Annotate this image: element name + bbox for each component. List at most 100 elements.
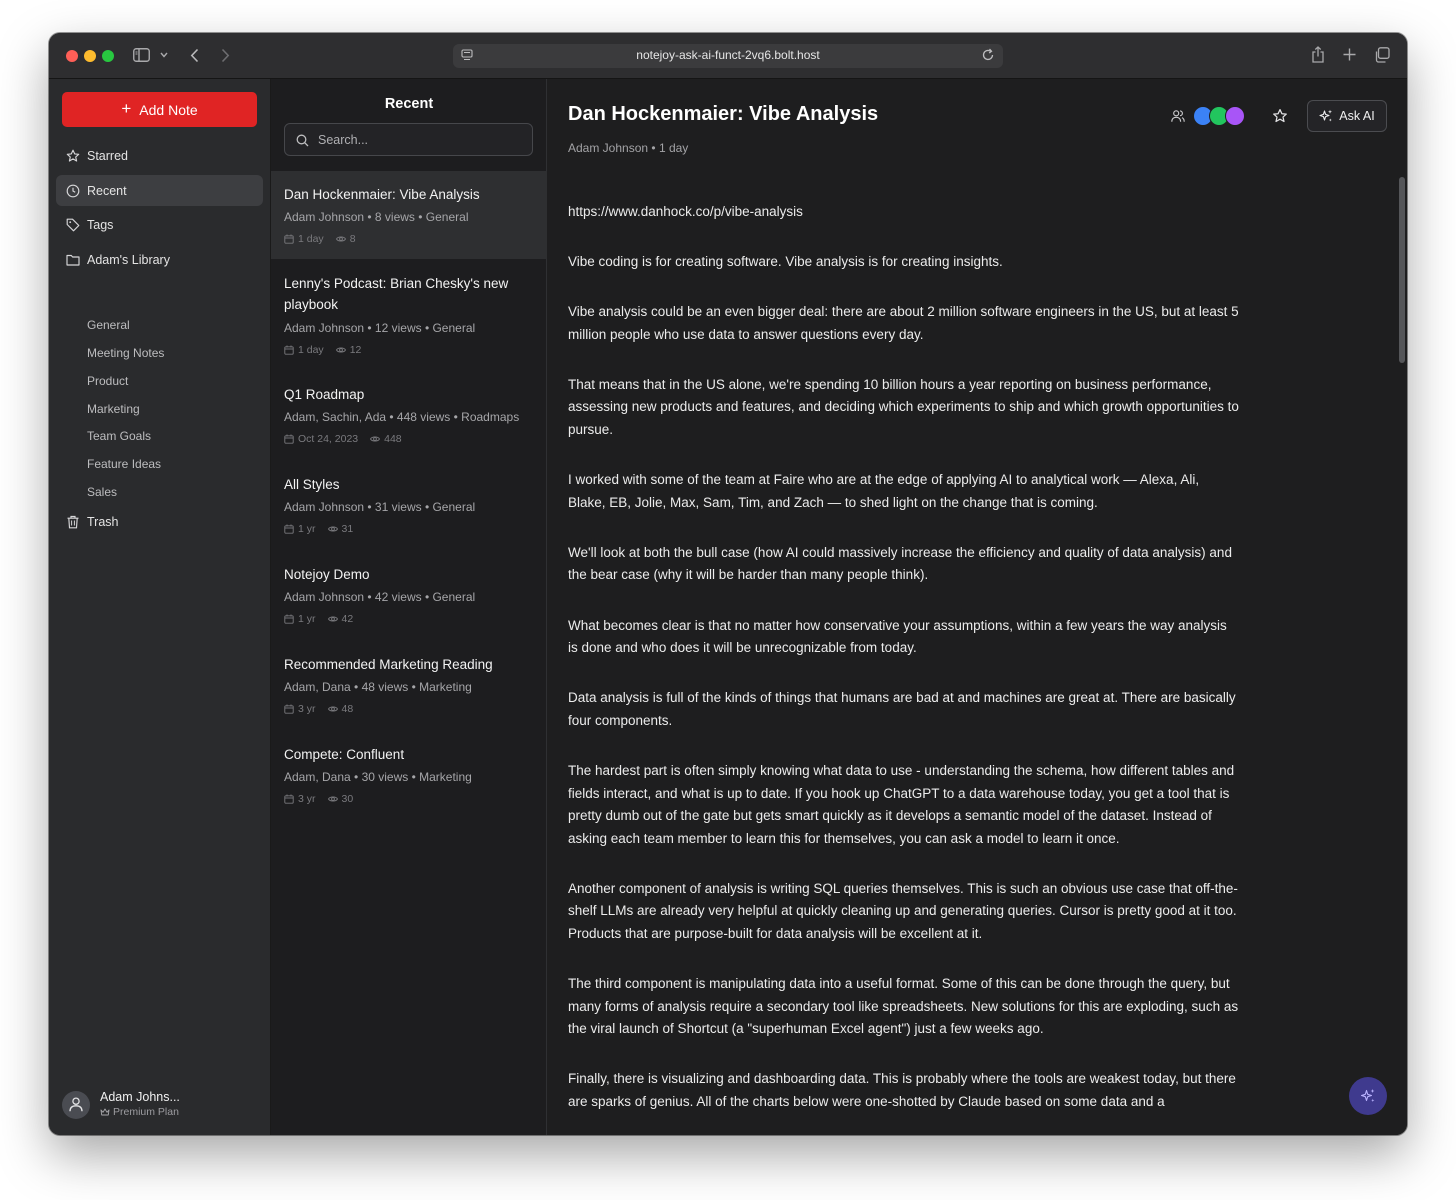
star-icon[interactable] [1272, 108, 1288, 124]
note-views: 448 [384, 433, 402, 445]
note-footer: 1 day 8 [284, 233, 356, 245]
back-arrow-icon[interactable] [190, 48, 199, 63]
note-editor: Dan Hockenmaier: Vibe Analysis Adam John… [547, 79, 1407, 1135]
sparkle-icon [1360, 1089, 1375, 1102]
chevron-down-icon[interactable] [160, 52, 168, 58]
eye-icon [327, 526, 338, 532]
note-views: 8 [349, 233, 356, 245]
url-text: notejoy-ask-ai-funct-2vq6.bolt.host [636, 48, 820, 62]
sidebar-item-label: Starred [87, 148, 128, 163]
add-note-button[interactable]: + Add Note [62, 92, 257, 127]
calendar-icon [284, 794, 294, 804]
note-meta: Adam, Dana • 30 views • Marketing [284, 770, 472, 784]
library-item-product[interactable]: Product [87, 373, 128, 389]
note-views: 42 [341, 613, 354, 625]
note-byline: Adam Johnson • 1 day [568, 141, 688, 155]
note-age: 1 day [658, 141, 689, 155]
note-card[interactable]: All Styles Adam Johnson • 31 views • Gen… [271, 462, 547, 550]
note-date: 1 yr [298, 613, 316, 625]
note-footer: 3 yr 48 [284, 703, 353, 715]
note-footer: 1 yr 31 [284, 523, 353, 535]
zoom-window-button[interactable] [102, 50, 114, 62]
note-footer: 1 day 12 [284, 344, 361, 356]
search-icon [296, 134, 309, 147]
body-paragraph: What becomes clear is that no matter how… [568, 617, 1227, 656]
note-meta: Adam, Dana • 48 views • Marketing [284, 680, 472, 694]
reload-icon[interactable] [981, 48, 995, 62]
note-views: 30 [341, 793, 354, 805]
collaborator-avatar[interactable] [1225, 106, 1245, 126]
note-footer: 3 yr 30 [284, 793, 353, 805]
note-card[interactable]: Q1 Roadmap Adam, Sachin, Ada • 448 views… [271, 372, 547, 460]
note-body[interactable]: https://www.danhock.co/p/vibe-analysis V… [568, 201, 1240, 1135]
minimize-window-button[interactable] [84, 50, 96, 62]
plus-icon: + [121, 99, 132, 118]
sidebar-item-trash[interactable]: Trash [56, 506, 263, 537]
byline-separator: • [651, 141, 659, 155]
forward-arrow-icon[interactable] [221, 48, 230, 63]
ask-ai-button[interactable]: Ask AI [1307, 100, 1387, 132]
library-item-general[interactable]: General [87, 317, 130, 333]
new-tab-icon[interactable] [1343, 48, 1356, 61]
crown-icon [100, 1108, 110, 1116]
calendar-icon [284, 524, 294, 534]
user-profile[interactable]: Adam Johns... Premium Plan [62, 1089, 262, 1121]
tab-overview-icon[interactable] [1374, 47, 1390, 63]
note-card[interactable]: Recommended Marketing Reading Adam, Dana… [271, 642, 547, 730]
add-note-label: Add Note [139, 101, 198, 118]
note-card[interactable]: Notejoy Demo Adam Johnson • 42 views • G… [271, 552, 547, 640]
sidebar-item-tags[interactable]: Tags [56, 209, 263, 240]
body-paragraph: Another component of analysis is writing… [568, 880, 1238, 941]
sidebar-item-library[interactable]: Adam's Library [56, 244, 263, 275]
sidebar-item-label: Recent [87, 183, 127, 198]
library-item-meeting-notes[interactable]: Meeting Notes [87, 345, 164, 361]
list-title: Recent [384, 96, 434, 112]
address-bar[interactable]: notejoy-ask-ai-funct-2vq6.bolt.host [453, 44, 1003, 68]
user-plan-label: Premium Plan [113, 1106, 179, 1118]
note-meta: Adam Johnson • 8 views • General [284, 210, 469, 224]
search-box[interactable] [284, 123, 533, 156]
eye-icon [327, 706, 338, 712]
ai-assistant-button[interactable] [1349, 1077, 1387, 1115]
avatar [62, 1091, 90, 1119]
note-date: 3 yr [298, 793, 316, 805]
sidebar-toggle-icon[interactable] [133, 48, 150, 62]
library-item-team-goals[interactable]: Team Goals [87, 428, 151, 444]
sidebar-item-label: Tags [87, 217, 114, 232]
library-item-sales[interactable]: Sales [87, 484, 117, 500]
body-paragraph: The hardest part is often simply knowing… [568, 762, 1235, 846]
body-paragraph: Vibe coding is for creating software. Vi… [568, 254, 1003, 270]
library-item-feature-ideas[interactable]: Feature Ideas [87, 456, 161, 472]
note-card[interactable]: Lenny's Podcast: Brian Chesky's new play… [271, 261, 547, 369]
people-icon[interactable] [1171, 109, 1185, 123]
note-card[interactable]: Dan Hockenmaier: Vibe Analysis Adam John… [271, 171, 547, 259]
note-title-heading[interactable]: Dan Hockenmaier: Vibe Analysis [568, 103, 878, 126]
search-input[interactable] [318, 131, 518, 149]
note-title: Dan Hockenmaier: Vibe Analysis [284, 187, 480, 202]
note-card[interactable]: Compete: Confluent Adam, Dana • 30 views… [271, 732, 547, 820]
share-icon[interactable] [1311, 46, 1325, 63]
sidebar-item-label: Adam's Library [87, 252, 170, 267]
sidebar-item-starred[interactable]: Starred [56, 140, 263, 171]
close-window-button[interactable] [66, 50, 78, 62]
calendar-icon [284, 614, 294, 624]
editor-scrollbar[interactable] [1398, 177, 1406, 1135]
eye-icon [327, 796, 338, 802]
note-date: Oct 24, 2023 [298, 433, 359, 445]
clock-icon [66, 184, 80, 197]
eye-icon [370, 436, 381, 442]
note-title: Q1 Roadmap [284, 387, 365, 402]
user-icon [69, 1097, 83, 1112]
note-date: 1 yr [298, 523, 316, 535]
note-title: Lenny's Podcast: Brian Chesky's new play… [284, 276, 509, 312]
calendar-icon [284, 234, 294, 244]
library-item-marketing[interactable]: Marketing [87, 401, 140, 417]
eye-icon [327, 616, 338, 622]
note-views: 31 [341, 523, 354, 535]
ask-ai-label: Ask AI [1339, 109, 1375, 123]
sidebar-item-recent[interactable]: Recent [56, 175, 263, 206]
note-meta: Adam Johnson • 31 views • General [284, 500, 476, 514]
body-paragraph: We'll look at both the bull case (how AI… [568, 544, 1232, 583]
note-views: 48 [341, 703, 354, 715]
scrollbar-thumb[interactable] [1399, 177, 1405, 363]
